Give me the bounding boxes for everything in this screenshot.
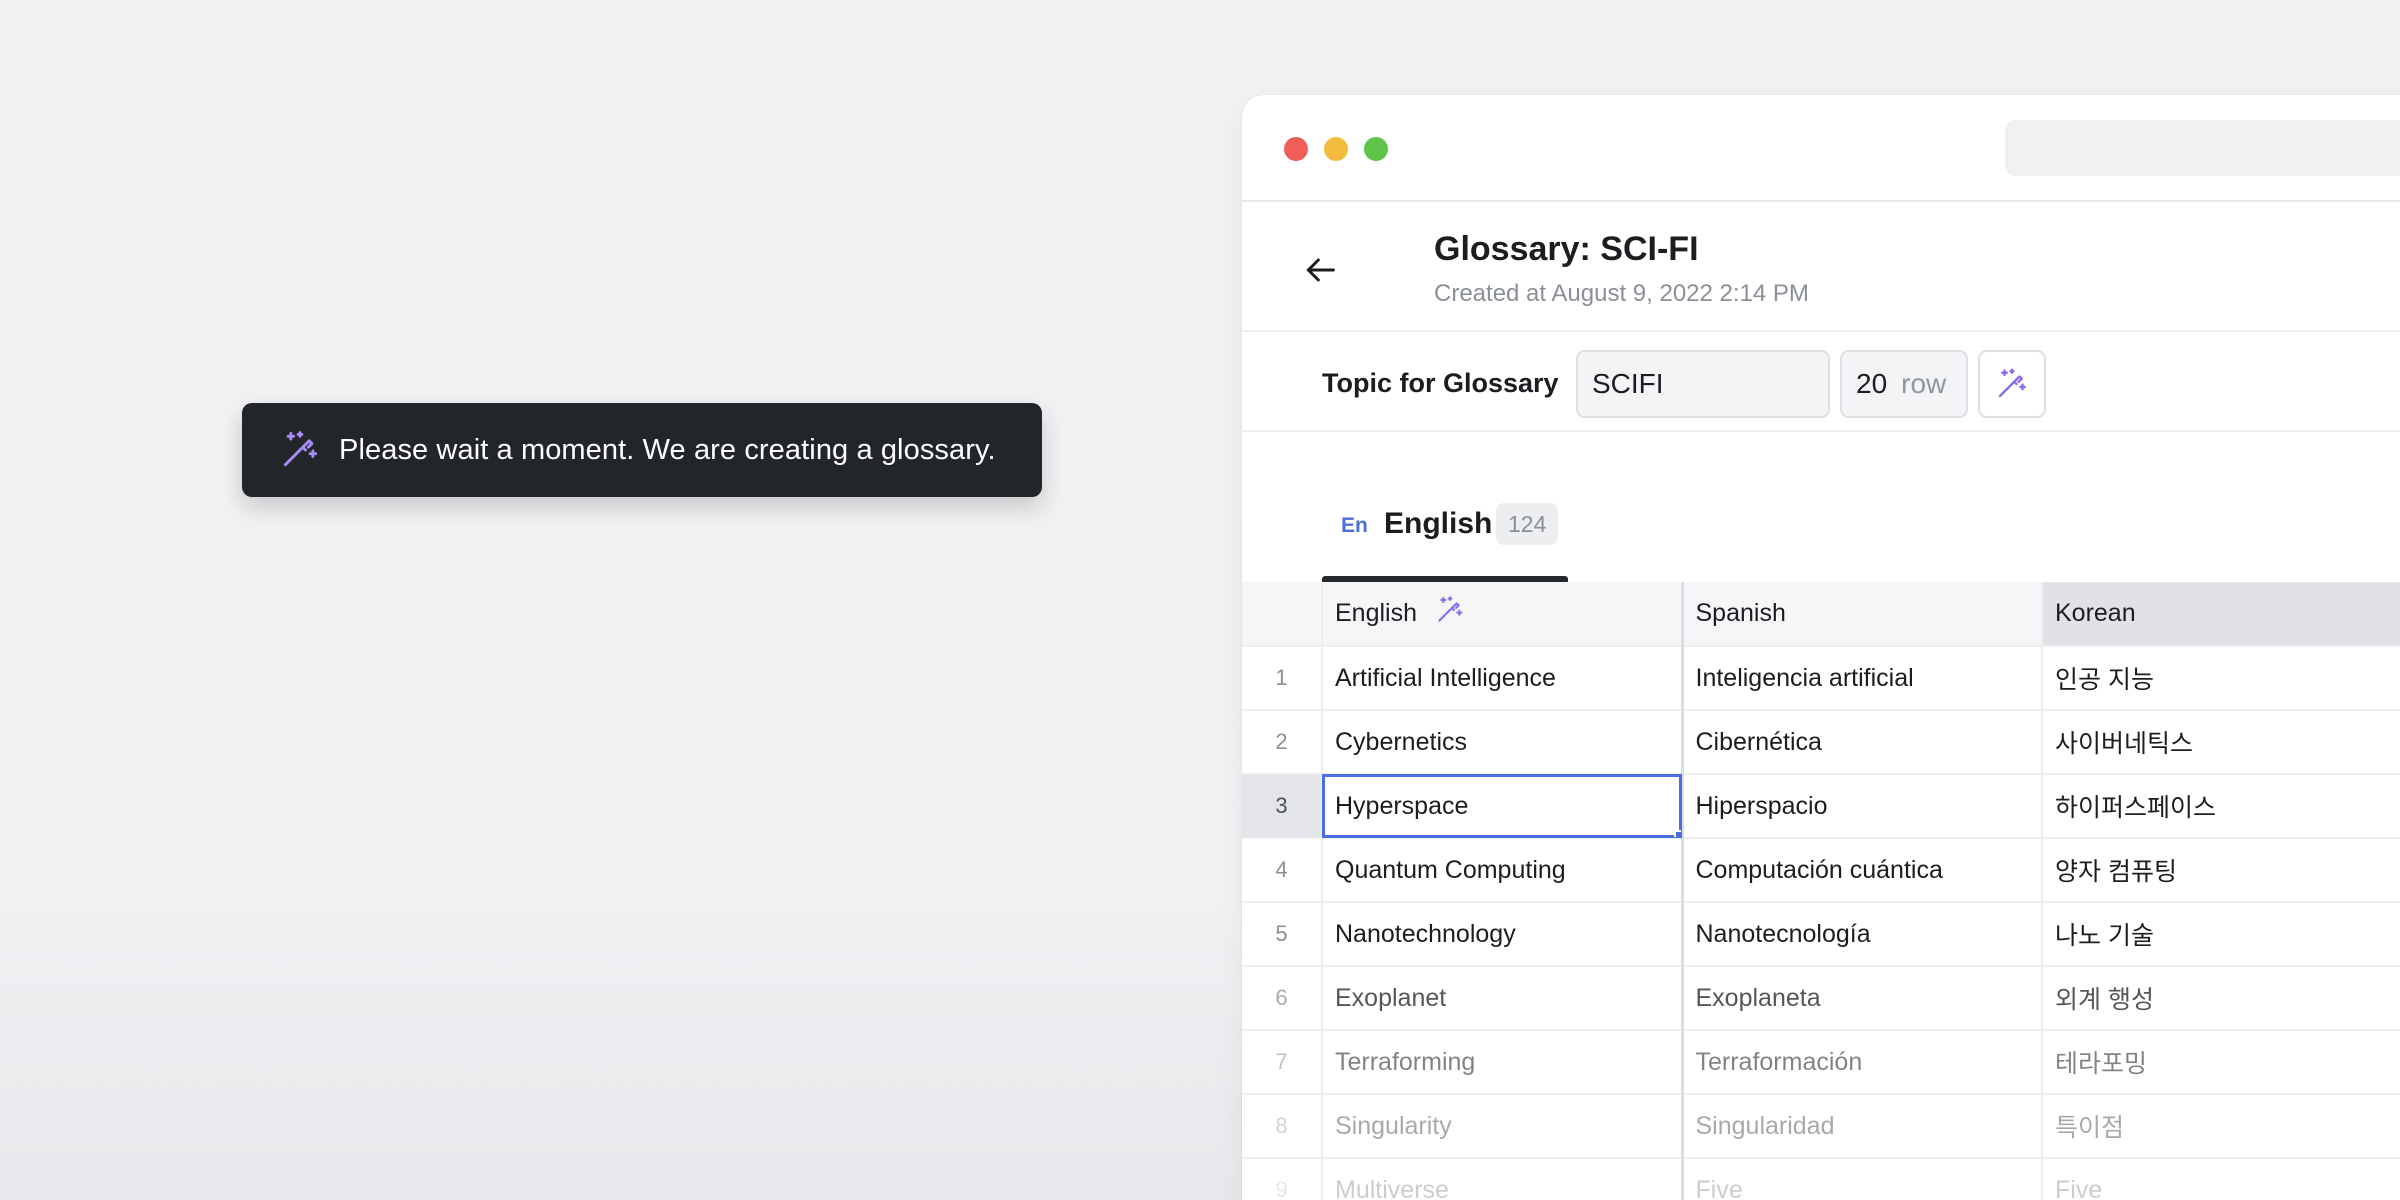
table-row[interactable]: 2 Cybernetics Cibernética 사이버네틱스 — [1242, 710, 2400, 775]
row-number: 4 — [1242, 838, 1323, 903]
magic-wand-icon — [1998, 368, 2026, 398]
row-number: 9 — [1242, 1158, 1323, 1200]
tab-label: English — [1384, 507, 1493, 540]
cell-spanish[interactable]: Five — [1680, 1158, 2043, 1200]
row-count-input[interactable]: 20 row — [1840, 350, 1968, 418]
magic-wand-icon — [278, 428, 322, 472]
cell-korean[interactable]: 외계 행성 — [2042, 966, 2400, 1031]
magic-wand-icon[interactable] — [1434, 594, 1466, 633]
language-tabs: En English 124 — [1242, 432, 2400, 582]
row-number: 1 — [1242, 646, 1323, 711]
cell-spanish[interactable]: Inteligencia artificial — [1680, 646, 2043, 711]
term-count-badge: 124 — [1496, 503, 1559, 545]
column-header-korean[interactable]: Korean — [2042, 582, 2400, 647]
row-number: 2 — [1242, 710, 1323, 775]
arrow-left-icon — [1306, 258, 1335, 282]
page-subtitle: Created at August 9, 2022 2:14 PM — [1434, 280, 1809, 307]
close-window-button[interactable] — [1284, 137, 1308, 161]
table-row[interactable]: 1 Artificial Intelligence Inteligencia a… — [1242, 646, 2400, 711]
cell-english-selected[interactable]: Hyperspace — [1322, 774, 1683, 839]
cell-korean[interactable]: 인공 지능 — [2042, 646, 2400, 711]
table-row[interactable]: 4 Quantum Computing Computación cuántica… — [1242, 838, 2400, 903]
cell-english[interactable]: Artificial Intelligence — [1322, 646, 1683, 711]
app-window: Glossary: SCI-FI Created at August 9, 20… — [1242, 95, 2400, 1200]
table-row[interactable]: 7 Terraforming Terraformación 테라포밍 — [1242, 1030, 2400, 1095]
minimize-window-button[interactable] — [1324, 137, 1348, 161]
cell-english[interactable]: Exoplanet — [1322, 966, 1683, 1031]
row-count-unit: row — [1901, 368, 1947, 399]
glossary-table: English Spanish Korean 1 Artificial Inte… — [1242, 582, 2400, 1200]
cell-english[interactable]: Singularity — [1322, 1094, 1683, 1159]
cell-english[interactable]: Nanotechnology — [1322, 902, 1683, 967]
table-header-row: English Spanish Korean — [1242, 582, 2400, 647]
cell-spanish[interactable]: Terraformación — [1680, 1030, 2043, 1095]
cell-korean[interactable]: 특이점 — [2042, 1094, 2400, 1159]
row-count-value: 20 — [1856, 368, 1888, 399]
maximize-window-button[interactable] — [1364, 137, 1388, 161]
row-number: 8 — [1242, 1094, 1323, 1159]
tab-english[interactable]: En English 124 — [1322, 497, 1568, 582]
glossary-toolbar: Topic for Glossary 20 row — [1242, 332, 2400, 432]
topic-label: Topic for Glossary — [1322, 368, 1559, 398]
cell-text: Hyperspace — [1335, 791, 1469, 820]
table-row[interactable]: 6 Exoplanet Exoplaneta 외계 행성 — [1242, 966, 2400, 1031]
cell-spanish[interactable]: Exoplaneta — [1680, 966, 2043, 1031]
cell-english[interactable]: Terraforming — [1322, 1030, 1683, 1095]
cell-korean[interactable]: 사이버네틱스 — [2042, 710, 2400, 775]
topic-input[interactable] — [1576, 350, 1830, 418]
table-row[interactable]: 8 Singularity Singularidad 특이점 — [1242, 1094, 2400, 1159]
cell-english[interactable]: Cybernetics — [1322, 710, 1683, 775]
fill-handle[interactable] — [1673, 830, 1680, 836]
loading-toast: Please wait a moment. We are creating a … — [242, 403, 1042, 497]
row-number: 7 — [1242, 1030, 1323, 1095]
generate-glossary-button[interactable] — [1978, 350, 2046, 418]
column-header-english[interactable]: English — [1322, 582, 1683, 647]
cell-spanish[interactable]: Nanotecnología — [1680, 902, 2043, 967]
language-code: En — [1341, 514, 1368, 537]
cell-english[interactable]: Quantum Computing — [1322, 838, 1683, 903]
table-row-selected[interactable]: 3 Hyperspace Hiperspacio 하이퍼스페이스 — [1242, 774, 2400, 839]
cell-spanish[interactable]: Computación cuántica — [1680, 838, 2043, 903]
cell-korean[interactable]: Five — [2042, 1158, 2400, 1200]
column-header-spanish[interactable]: Spanish — [1680, 582, 2043, 647]
cell-korean[interactable]: 양자 컴퓨팅 — [2042, 838, 2400, 903]
table-row[interactable]: 9 Multiverse Five Five — [1242, 1158, 2400, 1200]
table-row[interactable]: 5 Nanotechnology Nanotecnología 나노 기술 — [1242, 902, 2400, 967]
cell-korean[interactable]: 하이퍼스페이스 — [2042, 774, 2400, 839]
cell-spanish[interactable]: Cibernética — [1680, 710, 2043, 775]
row-number: 6 — [1242, 966, 1323, 1031]
cell-spanish[interactable]: Singularidad — [1680, 1094, 2043, 1159]
column-header-label: English — [1335, 599, 1417, 627]
toast-message: Please wait a moment. We are creating a … — [339, 433, 996, 466]
row-number: 3 — [1242, 774, 1323, 839]
cell-korean[interactable]: 나노 기술 — [2042, 902, 2400, 967]
cell-korean[interactable]: 테라포밍 — [2042, 1030, 2400, 1095]
title-bar — [1242, 95, 2400, 202]
address-bar[interactable] — [2005, 120, 2400, 176]
row-number-header — [1242, 582, 1323, 647]
cell-english[interactable]: Multiverse — [1322, 1158, 1683, 1200]
page-header: Glossary: SCI-FI Created at August 9, 20… — [1242, 202, 2400, 332]
row-number: 5 — [1242, 902, 1323, 967]
back-button[interactable] — [1300, 250, 1340, 290]
page-title: Glossary: SCI-FI — [1434, 230, 1699, 268]
cell-spanish[interactable]: Hiperspacio — [1680, 774, 2043, 839]
